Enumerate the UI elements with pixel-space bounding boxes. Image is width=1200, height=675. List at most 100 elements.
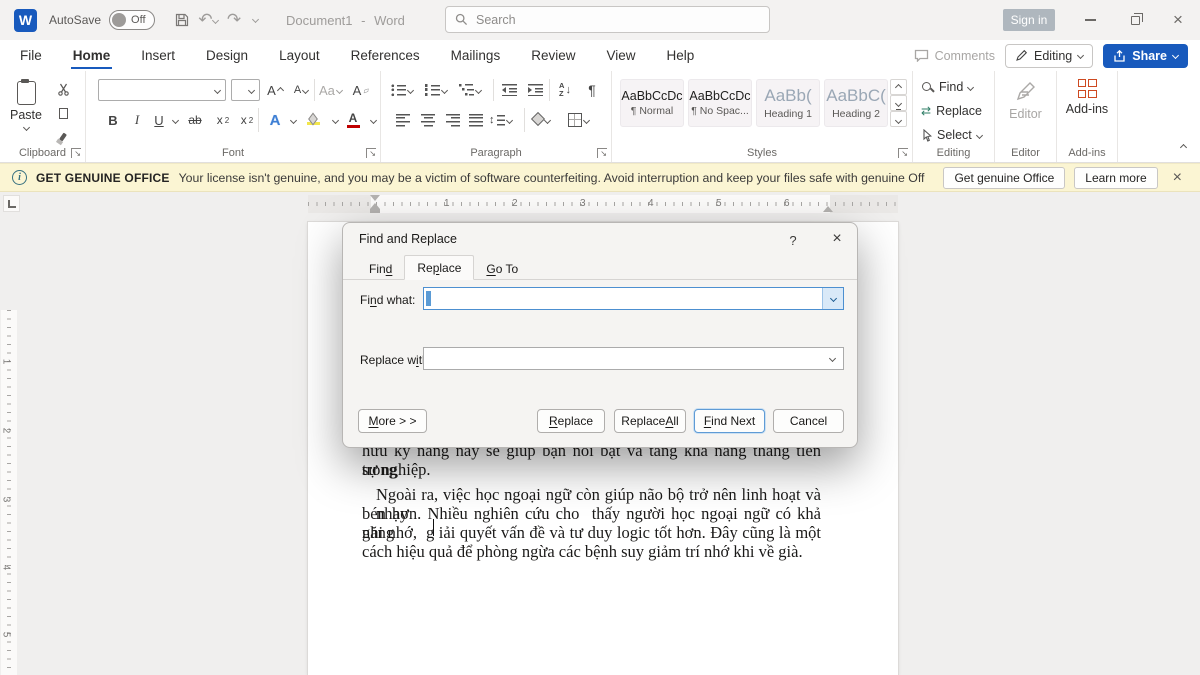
- find-button[interactable]: Find: [921, 77, 973, 97]
- banner-close-button[interactable]: ×: [1167, 169, 1188, 187]
- highlight-button[interactable]: [302, 109, 324, 131]
- tab-file[interactable]: File: [18, 42, 44, 70]
- line-spacing-button[interactable]: ↕: [489, 109, 512, 131]
- dialog-close-button[interactable]: ×: [825, 227, 849, 251]
- clear-formatting-button[interactable]: A▱: [350, 79, 372, 101]
- bullets-button[interactable]: [391, 79, 413, 101]
- format-painter-button[interactable]: [52, 127, 74, 147]
- font-color-button[interactable]: A: [342, 109, 364, 131]
- justify-button[interactable]: [465, 109, 487, 131]
- tab-layout[interactable]: Layout: [277, 42, 322, 70]
- gallery-more-icon: [896, 109, 901, 129]
- document-line[interactable]: cách hiệu quả để phòng ngừa các bệnh suy…: [362, 542, 821, 561]
- superscript-button[interactable]: x2: [236, 109, 258, 131]
- borders-button[interactable]: [567, 109, 589, 131]
- grow-font-button[interactable]: A: [264, 79, 286, 101]
- tab-home[interactable]: Home: [71, 42, 113, 70]
- multilevel-list-button[interactable]: [459, 79, 481, 101]
- underline-menu-button[interactable]: [164, 109, 186, 131]
- dialog-tab-goto[interactable]: Go To: [474, 258, 530, 280]
- tab-view[interactable]: View: [604, 42, 637, 70]
- decrease-indent-button[interactable]: [498, 79, 520, 101]
- editor-button[interactable]: Editor: [995, 79, 1056, 121]
- cut-button[interactable]: [52, 79, 74, 99]
- styles-dialog-launcher[interactable]: ↘: [898, 148, 908, 158]
- share-button[interactable]: Share: [1103, 44, 1188, 68]
- get-genuine-office-button[interactable]: Get genuine Office: [943, 167, 1065, 189]
- tab-design[interactable]: Design: [204, 42, 250, 70]
- restore-button[interactable]: [1121, 7, 1149, 33]
- replace-with-dropdown-button[interactable]: [822, 348, 843, 369]
- tab-stop-selector[interactable]: [3, 195, 20, 212]
- align-center-button[interactable]: [417, 109, 439, 131]
- search-input[interactable]: Search: [445, 6, 770, 33]
- style-heading-1[interactable]: AaBb( Heading 1: [756, 79, 820, 127]
- save-button[interactable]: [169, 7, 195, 33]
- divider: [493, 79, 494, 101]
- right-indent-marker[interactable]: [823, 206, 833, 212]
- replace-with-input[interactable]: [423, 347, 844, 370]
- tab-review[interactable]: Review: [529, 42, 577, 70]
- dialog-tab-find[interactable]: Find: [357, 258, 404, 280]
- numbering-button[interactable]: [425, 79, 447, 101]
- font-size-combo[interactable]: [231, 79, 260, 101]
- increase-indent-button[interactable]: [524, 79, 546, 101]
- underline-icon: U: [154, 113, 163, 128]
- divider: [524, 108, 525, 132]
- comments-button[interactable]: Comments: [914, 49, 995, 63]
- subscript-button[interactable]: x2: [212, 109, 234, 131]
- shrink-font-button[interactable]: A: [290, 79, 312, 101]
- styles-gallery-button[interactable]: [890, 111, 907, 127]
- strikethrough-button[interactable]: ab: [184, 109, 206, 131]
- first-line-indent-marker[interactable]: [370, 195, 380, 201]
- dialog-tab-replace[interactable]: Replace: [404, 255, 474, 280]
- dialog-help-button[interactable]: ?: [783, 229, 803, 251]
- replace-all-button[interactable]: Replace All: [614, 409, 686, 433]
- font-dialog-launcher[interactable]: ↘: [366, 148, 376, 158]
- tab-insert[interactable]: Insert: [139, 42, 177, 70]
- sign-in-button[interactable]: Sign in: [1003, 9, 1055, 31]
- italic-button[interactable]: I: [126, 109, 148, 131]
- cancel-button[interactable]: Cancel: [773, 409, 844, 433]
- align-right-button[interactable]: [442, 109, 464, 131]
- learn-more-button[interactable]: Learn more: [1074, 167, 1157, 189]
- quick-access-menu-button[interactable]: [253, 11, 258, 29]
- editing-mode-button[interactable]: Editing: [1005, 44, 1093, 68]
- find-what-input[interactable]: [423, 287, 844, 310]
- replace-action-button[interactable]: Replace: [537, 409, 605, 433]
- collapse-ribbon-button[interactable]: [1181, 136, 1186, 154]
- document-line[interactable]: sự nghiệp.: [362, 460, 821, 479]
- more-button[interactable]: More > >: [358, 409, 427, 433]
- style-heading-2[interactable]: AaBbC( Heading 2: [824, 79, 888, 127]
- find-next-button[interactable]: Find Next: [694, 409, 765, 433]
- style-no-spacing[interactable]: AaBbCcDc ¶ No Spac...: [688, 79, 752, 127]
- copy-button[interactable]: [52, 103, 74, 123]
- show-formatting-button[interactable]: ¶: [581, 79, 603, 101]
- tab-mailings[interactable]: Mailings: [449, 42, 503, 70]
- close-window-button[interactable]: ×: [1164, 7, 1192, 33]
- minimize-button[interactable]: [1076, 7, 1104, 33]
- sort-button[interactable]: AZ ↓: [554, 79, 576, 101]
- shading-button[interactable]: [530, 109, 552, 131]
- style-normal[interactable]: AaBbCcDc ¶ Normal: [620, 79, 684, 127]
- tab-references[interactable]: References: [349, 42, 422, 70]
- paragraph-dialog-launcher[interactable]: ↘: [597, 148, 607, 158]
- redo-button[interactable]: ↷: [221, 7, 247, 33]
- select-button[interactable]: Select: [921, 125, 982, 145]
- undo-button[interactable]: ↶: [195, 7, 221, 33]
- font-name-combo[interactable]: [98, 79, 226, 101]
- paste-button[interactable]: Paste: [6, 79, 46, 155]
- replace-button[interactable]: ⇄ Replace: [921, 101, 982, 121]
- tab-help[interactable]: Help: [665, 42, 697, 70]
- left-indent-marker[interactable]: [370, 209, 380, 213]
- bold-button[interactable]: B: [102, 109, 124, 131]
- text-effects-menu-button[interactable]: [282, 109, 304, 131]
- addins-button[interactable]: Add-ins: [1057, 79, 1117, 116]
- find-what-dropdown-button[interactable]: [822, 288, 843, 309]
- styles-scroll-up-button[interactable]: [890, 79, 907, 95]
- clipboard-dialog-launcher[interactable]: ↘: [71, 148, 81, 158]
- autosave-toggle[interactable]: Off: [109, 10, 155, 30]
- change-case-button[interactable]: Aa: [319, 79, 342, 101]
- document-line[interactable]: ghi nhớ, g iải quyết vấn đề và tư duy lo…: [362, 523, 821, 542]
- align-left-button[interactable]: [392, 109, 414, 131]
